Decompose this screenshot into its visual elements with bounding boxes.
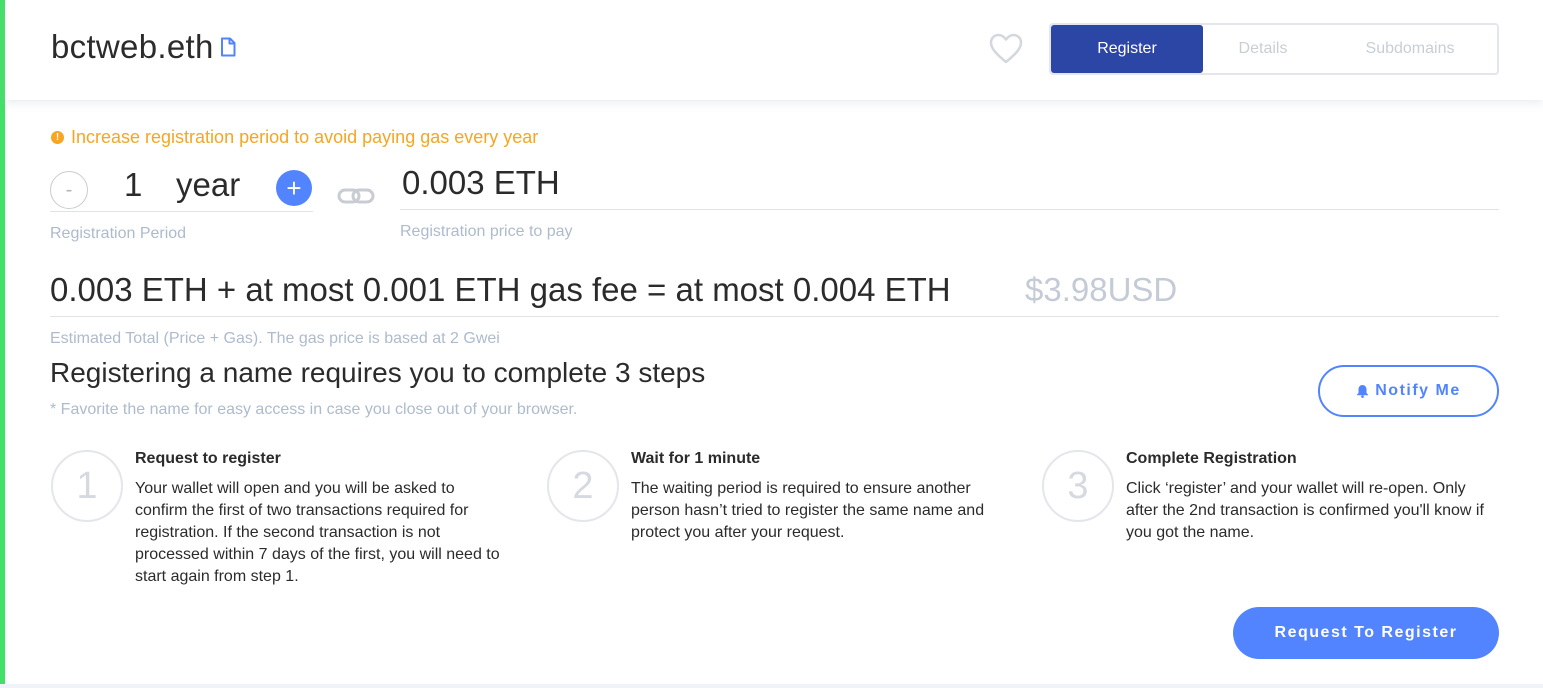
bell-icon (1357, 385, 1369, 398)
steps-subtitle: * Favorite the name for easy access in c… (50, 401, 578, 418)
steps-title: Registering a name requires you to compl… (50, 357, 706, 388)
notify-me-label: Notify Me (1375, 382, 1461, 399)
warning-icon: ! (51, 131, 64, 144)
notify-me-button[interactable]: Notify Me (1318, 365, 1499, 417)
left-accent-bar (0, 0, 5, 684)
registration-period-stepper: - 1 year + (50, 164, 313, 212)
tab-details[interactable]: Details (1203, 25, 1323, 73)
step-description: Your wallet will open and you will be as… (135, 480, 500, 585)
registration-card: bctweb.eth Register Details Subdomains !… (0, 0, 1543, 684)
total-value: 0.003 ETH + at most 0.001 ETH gas fee = … (50, 271, 951, 308)
step-number: 1 (51, 450, 123, 522)
heart-icon[interactable] (989, 33, 1023, 65)
tab-register[interactable]: Register (1051, 25, 1203, 73)
copy-icon[interactable] (220, 37, 236, 57)
price-label: Registration price to pay (400, 223, 573, 240)
tab-bar: Register Details Subdomains (1049, 23, 1499, 75)
total-label: Estimated Total (Price + Gas). The gas p… (50, 330, 500, 347)
registration-price: 0.003 ETH (400, 162, 1499, 210)
period-label: Registration Period (50, 225, 187, 242)
step-number: 2 (547, 450, 619, 522)
warning-text: Increase registration period to avoid pa… (71, 127, 539, 147)
request-to-register-button[interactable]: Request To Register (1233, 607, 1499, 659)
increase-period-button[interactable]: + (276, 170, 312, 206)
step-description: Click ‘register’ and your wallet will re… (1126, 480, 1484, 541)
step-number: 3 (1042, 450, 1114, 522)
total-usd: $3.98USD (1025, 271, 1178, 308)
step-title: Complete Registration (1126, 450, 1297, 467)
tab-subdomains[interactable]: Subdomains (1323, 25, 1497, 73)
price-value: 0.003 ETH (402, 164, 560, 201)
header: bctweb.eth Register Details Subdomains (5, 0, 1543, 100)
period-value: 1 (124, 166, 143, 203)
estimated-total: 0.003 ETH + at most 0.001 ETH gas fee = … (50, 270, 1499, 317)
step-title: Wait for 1 minute (631, 450, 761, 467)
step-title: Request to register (135, 450, 281, 467)
gas-warning: ! Increase registration period to avoid … (51, 127, 538, 148)
decrease-period-button[interactable]: - (50, 171, 88, 209)
step-description: The waiting period is required to ensure… (631, 480, 985, 541)
period-unit: year (176, 166, 241, 203)
link-icon (337, 188, 375, 204)
domain-name: bctweb.eth (51, 28, 214, 65)
